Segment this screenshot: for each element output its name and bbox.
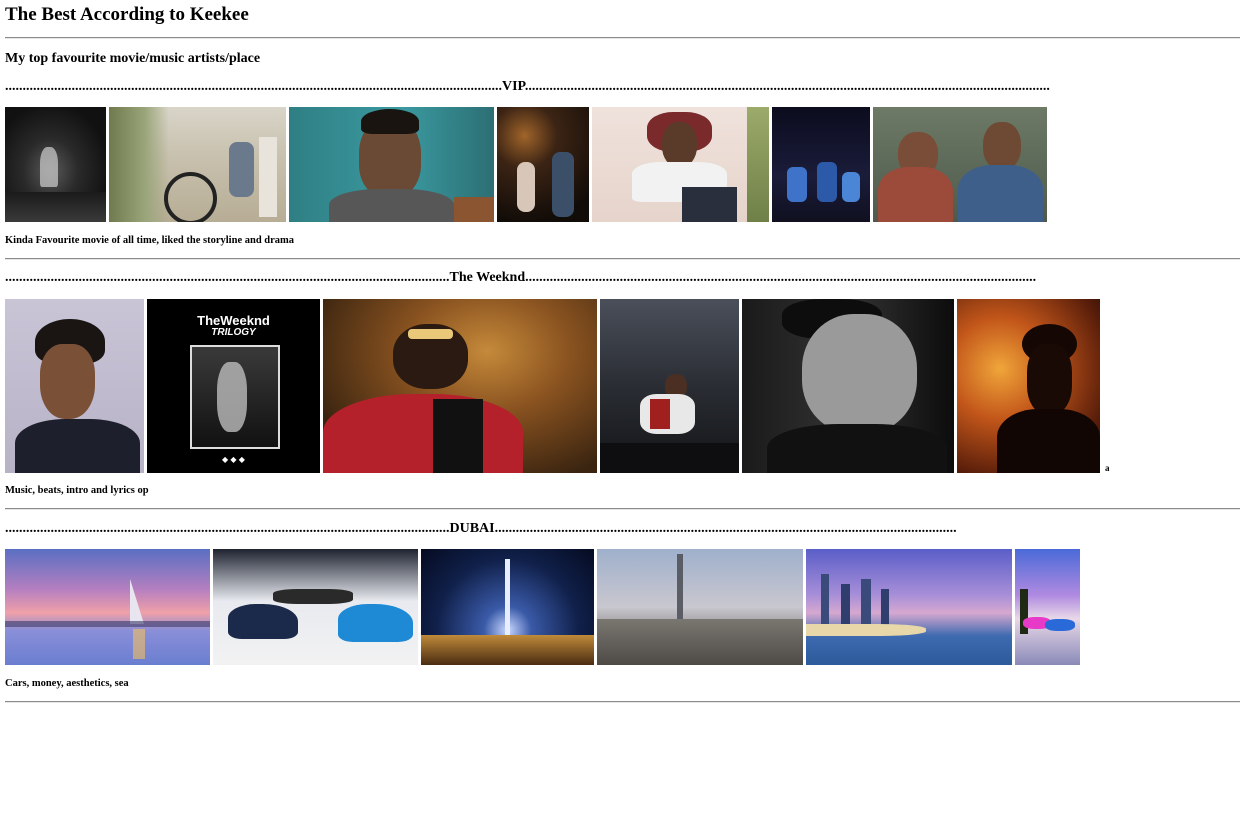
album-title: TRILOGY	[211, 327, 256, 338]
vip-photo-1	[5, 107, 106, 222]
page-title: The Best According to Keekee	[5, 4, 249, 25]
dubai-photo-5	[806, 549, 1012, 665]
image-row-weeknd: TheWeeknd TRILOGY ◆ ◆ ◆ a	[5, 299, 1110, 473]
weeknd-photo-5	[742, 299, 954, 473]
vip-photo-2	[109, 107, 286, 222]
vip-photo-7	[873, 107, 1047, 222]
section-heading-weeknd: ........................................…	[5, 270, 1037, 285]
section-caption-dubai: Cars, money, aesthetics, sea	[5, 678, 129, 689]
section-heading-dubai: ........................................…	[5, 521, 957, 536]
dubai-photo-4	[597, 549, 803, 665]
image-row-vip	[5, 107, 1047, 222]
vip-photo-4	[497, 107, 589, 222]
weeknd-photo-4	[600, 299, 739, 473]
weeknd-photo-3	[323, 299, 597, 473]
dubai-photo-6	[1015, 549, 1080, 665]
divider	[5, 37, 1240, 39]
album-dots: ◆ ◆ ◆	[222, 455, 245, 464]
image-row-dubai	[5, 549, 1080, 665]
dubai-photo-1	[5, 549, 210, 665]
dubai-photo-2	[213, 549, 418, 665]
dubai-photo-3	[421, 549, 594, 665]
vip-photo-3	[289, 107, 494, 222]
album-brand: TheWeeknd	[197, 313, 270, 328]
weeknd-photo-1	[5, 299, 144, 473]
divider	[5, 701, 1240, 703]
weeknd-photo-2: TheWeeknd TRILOGY ◆ ◆ ◆	[147, 299, 320, 473]
divider	[5, 258, 1240, 260]
vip-photo-5	[592, 107, 769, 222]
vip-photo-6	[772, 107, 870, 222]
stray-text-mark: a	[1105, 463, 1110, 473]
section-heading-vip: ........................................…	[5, 79, 1050, 94]
weeknd-photo-6	[957, 299, 1100, 473]
section-caption-weeknd: Music, beats, intro and lyrics op	[5, 485, 149, 496]
page-subtitle: My top favourite movie/music artists/pla…	[5, 51, 261, 66]
section-caption-vip: Kinda Favourite movie of all time, liked…	[5, 235, 295, 246]
divider	[5, 508, 1240, 510]
